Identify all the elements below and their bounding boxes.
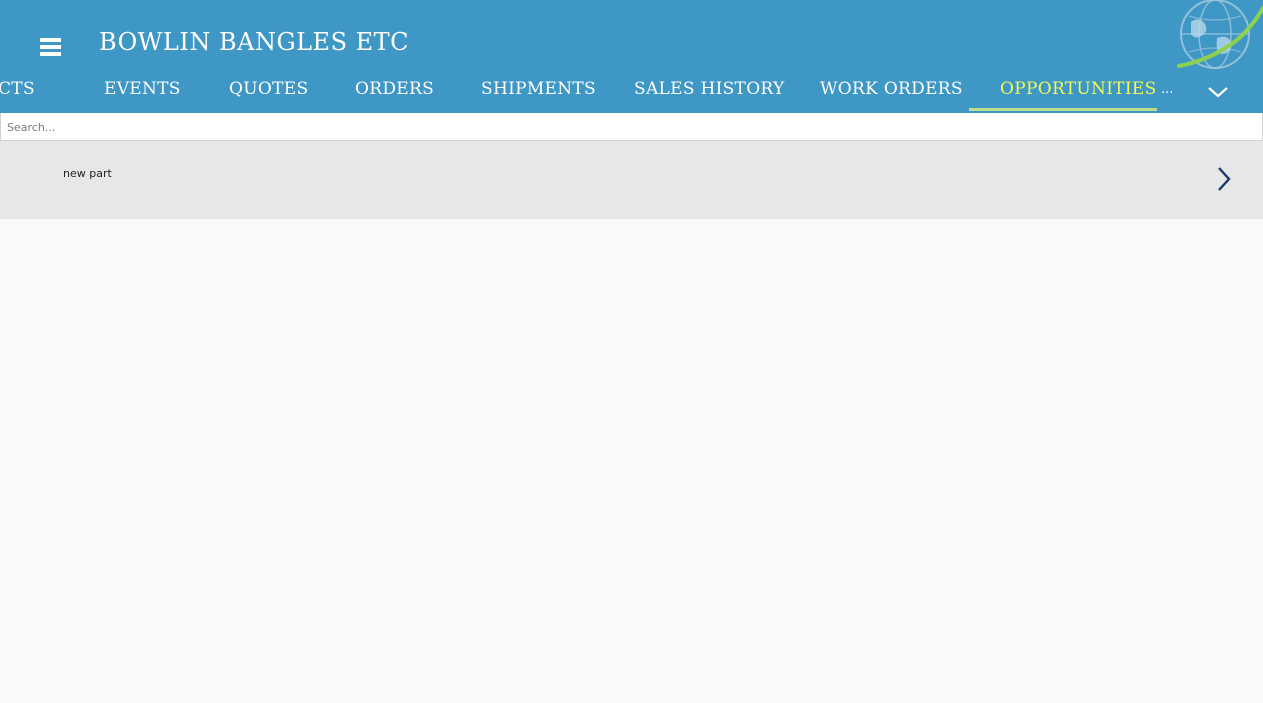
app-title: BOWLIN BANGLES ETC [99, 28, 410, 56]
list-item[interactable]: new part [0, 141, 1263, 219]
globe-logo-icon [1177, 0, 1263, 69]
active-tab-indicator [969, 108, 1157, 111]
tab-work-orders[interactable]: WORK ORDERS [820, 79, 963, 99]
more-tabs-button[interactable]: ... [1161, 82, 1173, 97]
app-header: BOWLIN BANGLES ETC CTS EVENTS QUOTES ORD… [0, 0, 1263, 113]
tab-events[interactable]: EVENTS [104, 79, 181, 99]
list-item-label: new part [63, 167, 112, 180]
chevron-right-icon[interactable] [1212, 165, 1236, 193]
tab-opportunities[interactable]: OPPORTUNITIES [1000, 79, 1157, 99]
tab-sales-history[interactable]: SALES HISTORY [634, 79, 785, 99]
search-input[interactable] [7, 117, 1247, 137]
tab-quotes[interactable]: QUOTES [229, 79, 308, 99]
tab-products[interactable]: CTS [0, 79, 35, 99]
hamburger-menu-icon[interactable] [38, 36, 63, 58]
tab-orders[interactable]: ORDERS [355, 79, 434, 99]
search-bar [0, 113, 1263, 141]
tab-shipments[interactable]: SHIPMENTS [481, 79, 596, 99]
chevron-down-icon[interactable] [1206, 84, 1230, 100]
